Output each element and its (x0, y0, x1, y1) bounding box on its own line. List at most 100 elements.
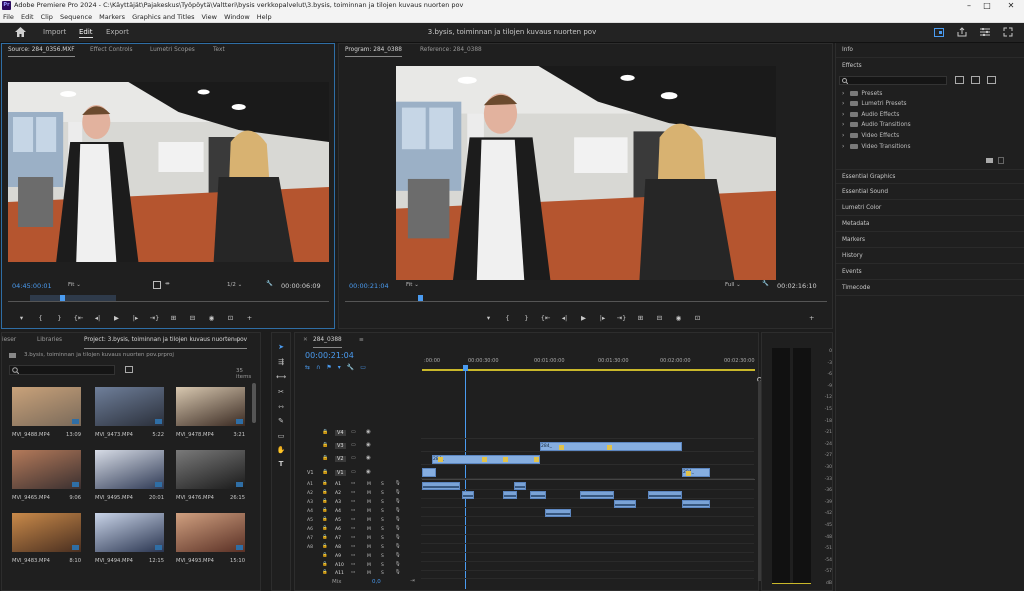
sync-lock-icon[interactable]: ▭ (351, 544, 355, 549)
menu-help[interactable]: Help (257, 13, 272, 21)
settings-sliders-icon[interactable] (980, 28, 990, 36)
lock-icon[interactable]: 🔒 (322, 544, 328, 549)
audio-clip[interactable] (682, 500, 710, 508)
track-label-a3[interactable]: A3 (335, 500, 341, 505)
program-time-ruler[interactable] (345, 294, 827, 302)
mute-button[interactable]: M (367, 500, 371, 505)
panel-effects-title[interactable]: Effects (836, 59, 1024, 74)
mute-button[interactable]: M (367, 554, 371, 559)
sync-lock-icon[interactable]: ▭ (351, 508, 355, 513)
effects-tree-lumetri-presets[interactable]: › Lumetri Presets (842, 101, 907, 107)
menu-graphics[interactable]: Graphics and Titles (132, 13, 194, 21)
workspaces-icon[interactable] (934, 28, 944, 37)
track-label-a10[interactable]: A10 (335, 563, 344, 568)
program-playhead[interactable] (418, 295, 423, 301)
eye-icon[interactable]: ◉ (366, 455, 371, 461)
source-resolution-select[interactable]: 1/2 ⌄ (227, 282, 242, 288)
step-forward-button[interactable]: |▸ (593, 314, 612, 322)
wrench-icon[interactable]: 🔧 (266, 281, 273, 287)
program-timecode[interactable]: 00:00:21:04 (349, 282, 389, 290)
audio-clip[interactable] (530, 491, 546, 499)
track-label-a4[interactable]: A4 (335, 509, 341, 514)
go-to-in-button[interactable]: {⇤ (536, 314, 555, 322)
project-menu-icon[interactable]: ≡ (234, 333, 239, 348)
lock-icon[interactable]: 🔒 (322, 508, 328, 513)
solo-button[interactable]: S (381, 571, 384, 576)
track-label-v2[interactable]: V2 (335, 456, 346, 462)
sync-lock-icon[interactable]: ▭ (351, 481, 355, 486)
step-back-button[interactable]: ◂| (555, 314, 574, 322)
mute-button[interactable]: M (367, 563, 371, 568)
timeline-timecode[interactable]: 00:00:21:04 (305, 351, 354, 360)
tab-source[interactable]: Source: 284_0356.MXF (8, 44, 75, 57)
lock-icon[interactable]: 🔒 (322, 553, 328, 558)
voiceover-mic-icon[interactable]: 🎙 (395, 517, 401, 522)
source-patch-a3[interactable]: A3 (307, 500, 313, 505)
sync-lock-icon[interactable]: ▭ (351, 535, 355, 540)
mute-button[interactable]: M (367, 509, 371, 514)
voiceover-mic-icon[interactable]: 🎙 (395, 499, 401, 504)
close-button[interactable]: ✕ (1000, 0, 1022, 11)
track-label-a2[interactable]: A2 (335, 491, 341, 496)
play-button[interactable]: ▶ (574, 314, 593, 322)
mute-button[interactable]: M (367, 482, 371, 487)
go-to-out-button[interactable]: ⇥} (145, 314, 164, 322)
button-editor[interactable]: ⊡ (221, 314, 240, 322)
lock-icon[interactable]: 🔒 (322, 517, 328, 522)
audio-clip[interactable] (614, 500, 636, 508)
lift-button[interactable]: ⊞ (631, 314, 650, 322)
tab-project[interactable]: Project: 3.bysis, toiminnan ja tilojen k… (84, 333, 248, 349)
audio-clip[interactable] (648, 491, 682, 499)
slip-tool-icon[interactable]: ⇿ (276, 402, 286, 412)
panel-metadata[interactable]: Metadata (836, 217, 1024, 232)
yuv-effects-icon[interactable] (987, 76, 996, 84)
add-marker-button[interactable]: ▾ (479, 314, 498, 322)
program-add-button[interactable]: + (809, 314, 814, 322)
program-fit-select[interactable]: Fit ⌄ (406, 282, 419, 288)
play-button[interactable]: ▶ (107, 314, 126, 322)
sync-lock-icon[interactable]: ▭ (351, 570, 355, 575)
clip-thumbnail[interactable] (95, 450, 164, 489)
menu-markers[interactable]: Markers (99, 13, 125, 21)
audio-clip[interactable] (545, 509, 571, 517)
add-button[interactable]: + (240, 314, 259, 322)
maximize-button[interactable]: □ (976, 0, 998, 11)
track-label-a9[interactable]: A9 (335, 554, 341, 559)
hand-tool-icon[interactable]: ✋ (276, 445, 286, 455)
menu-clip[interactable]: Clip (41, 13, 53, 21)
panel-markers[interactable]: Markers (836, 233, 1024, 248)
mute-button[interactable]: M (367, 518, 371, 523)
ripple-edit-tool-icon[interactable]: ⟷ (276, 372, 286, 382)
step-back-button[interactable]: ◂| (88, 314, 107, 322)
go-to-in-button[interactable]: {⇤ (69, 314, 88, 322)
lock-icon[interactable]: 🔒 (322, 562, 328, 567)
menu-file[interactable]: File (3, 13, 14, 21)
clip-thumbnail[interactable] (12, 513, 81, 552)
voiceover-mic-icon[interactable]: 🎙 (395, 490, 401, 495)
add-marker-button[interactable]: ▾ (12, 314, 31, 322)
delete-icon[interactable] (998, 157, 1004, 164)
voiceover-mic-icon[interactable]: 🎙 (395, 535, 401, 540)
voiceover-mic-icon[interactable]: 🎙 (395, 481, 401, 486)
voiceover-mic-icon[interactable]: 🎙 (395, 526, 401, 531)
track-label-v4[interactable]: V4 (335, 430, 346, 436)
clip-thumbnail[interactable] (176, 513, 245, 552)
sequence-menu-icon[interactable]: ≡ (359, 333, 364, 347)
video-clip[interactable] (422, 468, 436, 477)
lock-icon[interactable]: 🔒 (322, 429, 328, 435)
panel-history[interactable]: History (836, 249, 1024, 264)
track-label-v3[interactable]: V3 (335, 443, 346, 449)
source-patch-a5[interactable]: A5 (307, 518, 313, 523)
source-patch-v1[interactable]: V1 (307, 470, 314, 476)
lock-icon[interactable]: 🔒 (322, 490, 328, 495)
solo-button[interactable]: S (381, 482, 384, 487)
panel-lumetri-color[interactable]: Lumetri Color (836, 201, 1024, 216)
tab-effect-controls[interactable]: Effect Controls (90, 44, 133, 56)
source-time-ruler[interactable] (8, 294, 329, 302)
accelerated-effects-icon[interactable] (955, 76, 964, 84)
tab-program[interactable]: Program: 284_0388 (345, 44, 402, 57)
lock-icon[interactable]: 🔒 (322, 499, 328, 504)
razor-tool-icon[interactable]: ✂ (276, 387, 286, 397)
track-label-a8[interactable]: A8 (335, 545, 341, 550)
mute-button[interactable]: M (367, 491, 371, 496)
